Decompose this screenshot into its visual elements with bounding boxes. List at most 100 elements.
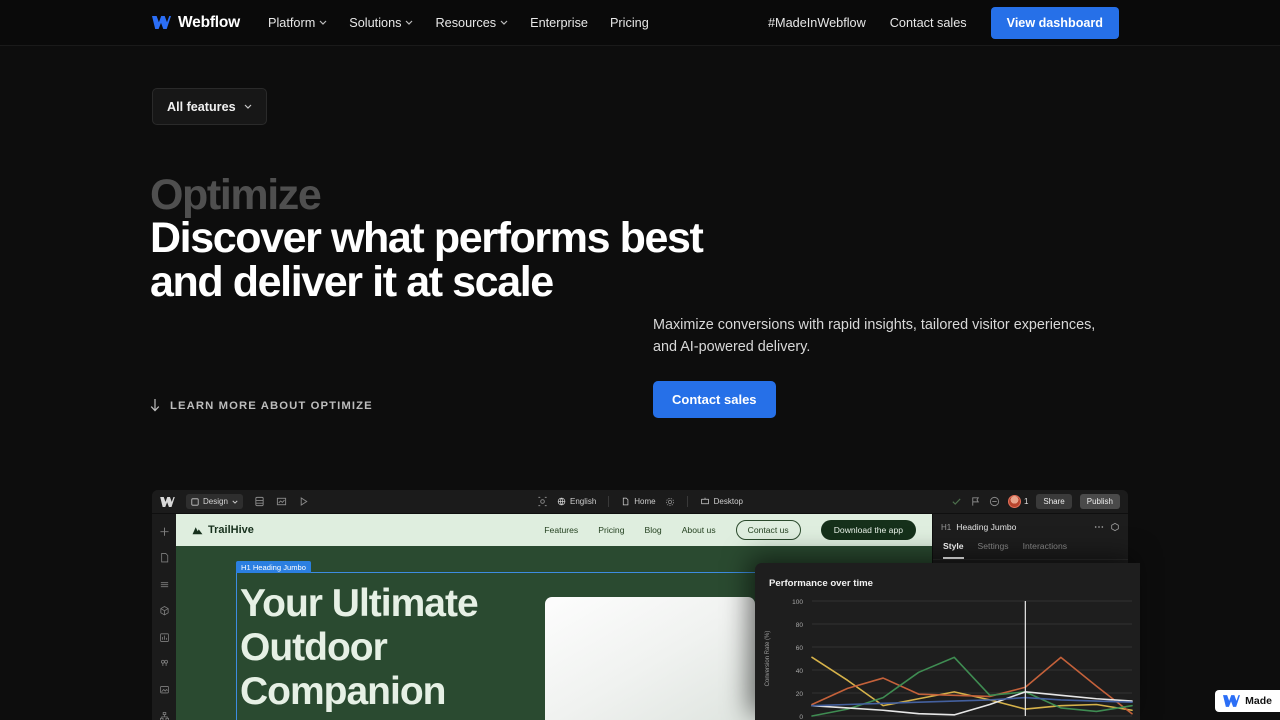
page-selector[interactable]: Home <box>621 497 656 506</box>
right-panel-header-icons <box>1094 522 1120 532</box>
design-mode-dropdown[interactable]: Design <box>186 494 243 509</box>
site-link-features[interactable]: Features <box>544 525 578 535</box>
components-icon[interactable] <box>158 605 171 616</box>
nav-item-resources[interactable]: Resources <box>435 16 508 30</box>
trailhive-logo[interactable]: TrailHive <box>192 524 254 536</box>
more-options-icon[interactable] <box>1094 522 1104 532</box>
designer-left-rail <box>152 514 176 720</box>
svg-text:20: 20 <box>796 691 804 698</box>
learn-more-link[interactable]: LEARN MORE ABOUT OPTIMIZE <box>150 399 373 412</box>
designer-toolbar-right: 1 Share Publish <box>951 494 1128 509</box>
cms-icon[interactable] <box>254 496 265 507</box>
component-badge-icon[interactable] <box>1110 522 1120 532</box>
toolbar-divider <box>686 496 688 507</box>
preview-play-icon[interactable] <box>298 496 309 507</box>
nav-item-platform-label: Platform <box>268 15 316 30</box>
mountain-icon <box>192 526 203 534</box>
webflow-logo-icon <box>152 16 171 29</box>
all-features-dropdown[interactable]: All features <box>152 88 267 125</box>
made-in-webflow-label: Made <box>1245 695 1272 707</box>
performance-chart-panel: Performance over time 0 20 40 60 80 100 Conver… <box>755 563 1140 720</box>
selection-badge: H1 Heading Jumbo <box>236 561 312 573</box>
top-navigation-bar: Webflow Platform Solutions Resources Ent… <box>0 0 1280 46</box>
avatar-count: 1 <box>1023 497 1029 506</box>
navigator-icon[interactable] <box>158 711 171 720</box>
avatar <box>1007 495 1021 508</box>
performance-line-chart[interactable]: 0 20 40 60 80 100 Conversion Rate (%) <box>755 593 1140 720</box>
chevron-down-icon <box>319 20 327 25</box>
chevron-down-icon <box>232 500 238 504</box>
page-label: Home <box>634 497 656 506</box>
canvas-hero-image[interactable] <box>545 597 755 720</box>
view-dashboard-button[interactable]: View dashboard <box>990 6 1119 39</box>
nav-item-pricing-label: Pricing <box>609 15 649 30</box>
canvas-hero-heading[interactable]: Your Ultimate Outdoor Companion <box>240 582 540 714</box>
tab-style[interactable]: Style <box>943 541 964 559</box>
nav-menu: Platform Solutions Resources Enterprise … <box>268 16 649 30</box>
svg-text:100: 100 <box>792 599 803 606</box>
site-link-about-us[interactable]: About us <box>682 525 716 535</box>
nav-link-contact-sales[interactable]: Contact sales <box>890 16 967 30</box>
arrow-down-icon <box>150 399 160 412</box>
publish-button[interactable]: Publish <box>1079 494 1120 509</box>
site-contact-us-button[interactable]: Contact us <box>735 520 801 540</box>
right-panel-tabs: Style Settings Interactions <box>933 532 1128 560</box>
nav-item-resources-label: Resources <box>435 15 497 30</box>
nav-item-enterprise[interactable]: Enterprise <box>530 16 588 30</box>
right-panel-header: H1 Heading Jumbo <box>933 514 1128 532</box>
nav-item-platform[interactable]: Platform <box>268 16 327 30</box>
hero-eyebrow: Optimize <box>150 171 322 219</box>
site-download-app-button[interactable]: Download the app <box>820 520 916 540</box>
page-icon <box>623 497 629 506</box>
designer-toolbar-center: English Home Desktop <box>537 496 743 507</box>
optimize-target-icon[interactable] <box>537 496 548 507</box>
language-selector[interactable]: English <box>557 497 596 506</box>
site-link-blog[interactable]: Blog <box>645 525 662 535</box>
hero-description: Maximize conversions with rapid insights… <box>653 317 1096 356</box>
assets-icon[interactable] <box>158 632 171 643</box>
design-mode-icon <box>191 497 199 506</box>
canvas-site-navbar: TrailHive Features Pricing Blog About us… <box>176 514 932 546</box>
checkmark-saved-icon <box>952 498 961 505</box>
pages-icon[interactable] <box>158 552 171 563</box>
made-in-webflow-badge[interactable]: Made <box>1215 690 1280 712</box>
globe-icon <box>557 497 566 506</box>
webflow-logo[interactable]: Webflow <box>152 14 240 32</box>
flag-icon[interactable] <box>970 496 981 507</box>
tab-interactions[interactable]: Interactions <box>1023 541 1067 559</box>
chevron-down-icon <box>406 20 413 25</box>
svg-text:0: 0 <box>799 714 803 720</box>
nav-item-solutions[interactable]: Solutions <box>349 16 413 30</box>
chevron-down-icon <box>244 104 252 109</box>
toolbar-divider <box>608 496 610 507</box>
breakpoint-selector[interactable]: Desktop <box>700 497 743 506</box>
site-link-pricing[interactable]: Pricing <box>598 525 624 535</box>
nav-link-made-in-webflow[interactable]: #MadeInWebflow <box>768 16 866 30</box>
layers-icon[interactable] <box>158 579 171 590</box>
page-settings-gear-icon[interactable] <box>665 497 675 507</box>
add-icon[interactable] <box>158 526 171 537</box>
designer-toolbar-left: Design <box>152 494 309 509</box>
chart-title: Performance over time <box>769 578 873 589</box>
designer-toolbar: Design English Home Desktop 1 Share Publ… <box>152 490 1128 514</box>
analyze-icon[interactable] <box>276 496 287 507</box>
svg-text:60: 60 <box>796 645 804 652</box>
canvas-site-links: Features Pricing Blog About us Contact u… <box>544 520 916 540</box>
nav-item-solutions-label: Solutions <box>349 15 402 30</box>
image-icon[interactable] <box>158 684 171 695</box>
page-title: Discover what performs best and deliver … <box>150 214 704 307</box>
collaborator-avatars[interactable]: 1 <box>1007 495 1029 508</box>
svg-text:Conversion Rate (%): Conversion Rate (%) <box>765 631 771 687</box>
tab-settings[interactable]: Settings <box>978 541 1009 559</box>
trailhive-wordmark: TrailHive <box>208 524 254 536</box>
nav-item-pricing[interactable]: Pricing <box>610 16 649 30</box>
webflow-logo-icon <box>1223 695 1241 707</box>
svg-text:40: 40 <box>796 668 804 675</box>
contact-sales-button[interactable]: Contact sales <box>653 381 776 418</box>
desktop-icon <box>700 497 709 505</box>
share-button[interactable]: Share <box>1036 494 1072 509</box>
comment-icon[interactable] <box>989 496 1000 507</box>
learn-more-label: LEARN MORE ABOUT OPTIMIZE <box>170 399 373 412</box>
webflow-logo-icon[interactable] <box>160 496 175 507</box>
variables-icon[interactable] <box>158 658 171 669</box>
